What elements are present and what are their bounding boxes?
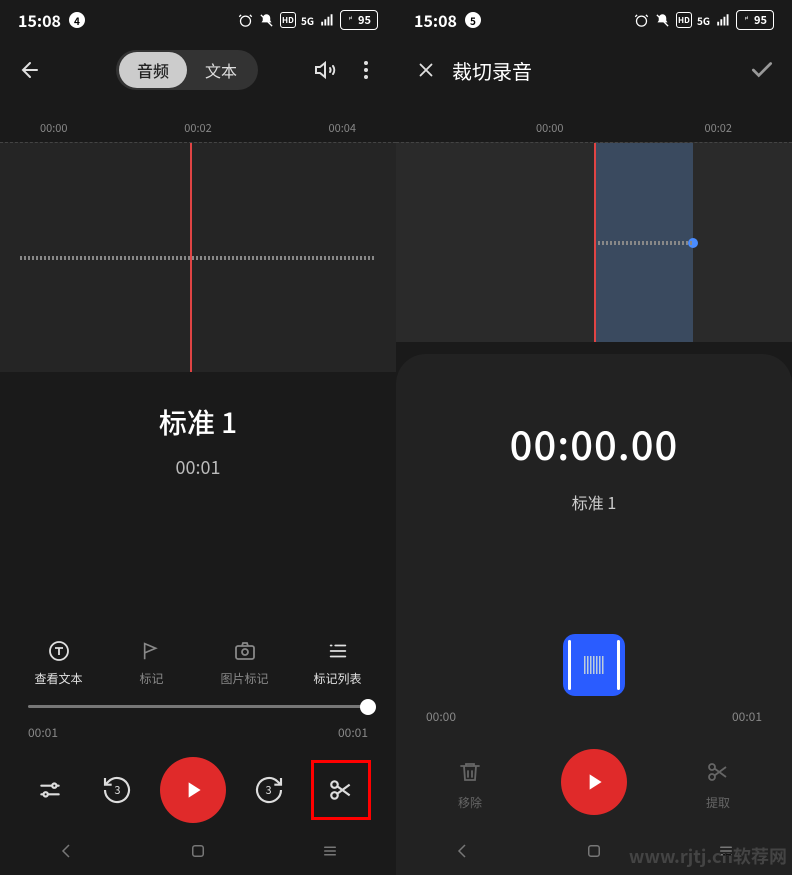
slider-start-time: 00:01	[28, 724, 58, 741]
crop-subtitle: 标准 1	[396, 490, 792, 514]
status-bar: 15:08 4 HD 5G 95	[0, 0, 396, 40]
nav-back[interactable]	[450, 839, 474, 863]
page-title: 裁切录音	[452, 56, 532, 85]
settings-button[interactable]	[25, 765, 75, 815]
network-type: 5G	[301, 13, 314, 28]
crop-button[interactable]	[316, 765, 366, 815]
hd-icon: HD	[280, 12, 296, 28]
crop-end-time: 00:01	[732, 708, 762, 725]
nav-recents[interactable]	[318, 839, 342, 863]
forward-button[interactable]: 3	[244, 765, 294, 815]
trash-icon	[445, 754, 495, 790]
slider-thumb[interactable]	[360, 699, 376, 715]
status-time: 15:08	[414, 8, 457, 32]
tick-label: 00:04	[329, 120, 356, 136]
mute-icon	[655, 12, 671, 28]
header: 音频 文本	[0, 40, 396, 100]
tick-label: 00:00	[40, 120, 67, 136]
mute-icon	[259, 12, 275, 28]
nav-back[interactable]	[54, 839, 78, 863]
mark-button[interactable]: 标记	[105, 638, 198, 687]
phone-right: 15:08 5 HD 5G 95 裁切录音 00:00 00:02	[396, 0, 792, 875]
waveform[interactable]	[0, 142, 396, 372]
speaker-button[interactable]	[312, 56, 340, 84]
slider-end-time: 00:01	[338, 724, 368, 741]
phone-left: 15:08 4 HD 5G 95 音频 文本 00:00 00	[0, 0, 396, 875]
recording-info: 标准 1 00:01	[0, 372, 396, 490]
alarm-icon	[634, 12, 650, 28]
waveform-data	[594, 241, 693, 245]
list-icon	[325, 638, 351, 664]
markers-toolbar: 查看文本 标记 图片标记 标记列表	[0, 608, 396, 705]
extract-button[interactable]: 提取	[693, 754, 743, 811]
hd-icon: HD	[676, 12, 692, 28]
highlight-annotation	[311, 760, 371, 820]
notification-count-badge: 5	[465, 12, 481, 28]
network-type: 5G	[697, 13, 710, 28]
playback-controls: 3 3	[0, 747, 396, 831]
recording-title: 标准 1	[0, 402, 396, 442]
view-text-button[interactable]: 查看文本	[12, 638, 105, 687]
play-button[interactable]	[561, 749, 627, 815]
tab-text[interactable]: 文本	[187, 52, 255, 88]
progress-slider[interactable]	[0, 705, 396, 716]
alarm-icon	[238, 12, 254, 28]
status-time: 15:08	[18, 8, 61, 32]
thumb-wave-icon	[584, 656, 604, 674]
timeline: 00:00 00:02 00:04	[0, 100, 396, 372]
battery-indicator: 95	[340, 10, 378, 30]
nav-home[interactable]	[582, 839, 606, 863]
tick-label: 00:02	[184, 120, 211, 136]
status-bar: 15:08 5 HD 5G 95	[396, 0, 792, 40]
waveform[interactable]	[396, 142, 792, 342]
signal-icon	[319, 12, 335, 28]
crop-panel: 00:00.00 标准 1 00:00 00:01 移除	[396, 354, 792, 875]
more-button[interactable]	[352, 56, 380, 84]
tick-label: 00:00	[536, 120, 563, 136]
header: 裁切录音	[396, 40, 792, 100]
confirm-button[interactable]	[748, 56, 776, 84]
text-circle-icon	[46, 638, 72, 664]
recording-time: 00:01	[0, 454, 396, 480]
tick-label: 00:02	[705, 120, 732, 136]
battery-indicator: 95	[736, 10, 774, 30]
play-button[interactable]	[160, 757, 226, 823]
crop-time: 00:00.00	[396, 414, 792, 472]
mark-list-button[interactable]: 标记列表	[291, 638, 384, 687]
tab-audio[interactable]: 音频	[119, 52, 187, 88]
waveform-data	[20, 256, 376, 260]
remove-button[interactable]: 移除	[445, 754, 495, 811]
nav-bar	[0, 831, 396, 875]
playhead[interactable]	[594, 143, 596, 342]
scissors-icon	[693, 754, 743, 790]
close-button[interactable]	[412, 56, 440, 84]
timeline: 00:00 00:02	[396, 100, 792, 342]
back-button[interactable]	[16, 56, 44, 84]
notification-count-badge: 4	[69, 12, 85, 28]
nav-home[interactable]	[186, 839, 210, 863]
playhead[interactable]	[190, 143, 192, 372]
flag-icon	[139, 638, 165, 664]
camera-icon	[232, 638, 258, 664]
signal-icon	[715, 12, 731, 28]
rewind-button[interactable]: 3	[92, 765, 142, 815]
watermark: www.rjtj.cn软荐网	[629, 843, 787, 869]
segmented-control: 音频 文本	[116, 50, 258, 90]
crop-start-time: 00:00	[426, 708, 456, 725]
crop-thumbnail[interactable]	[563, 634, 625, 696]
photo-mark-button[interactable]: 图片标记	[198, 638, 291, 687]
